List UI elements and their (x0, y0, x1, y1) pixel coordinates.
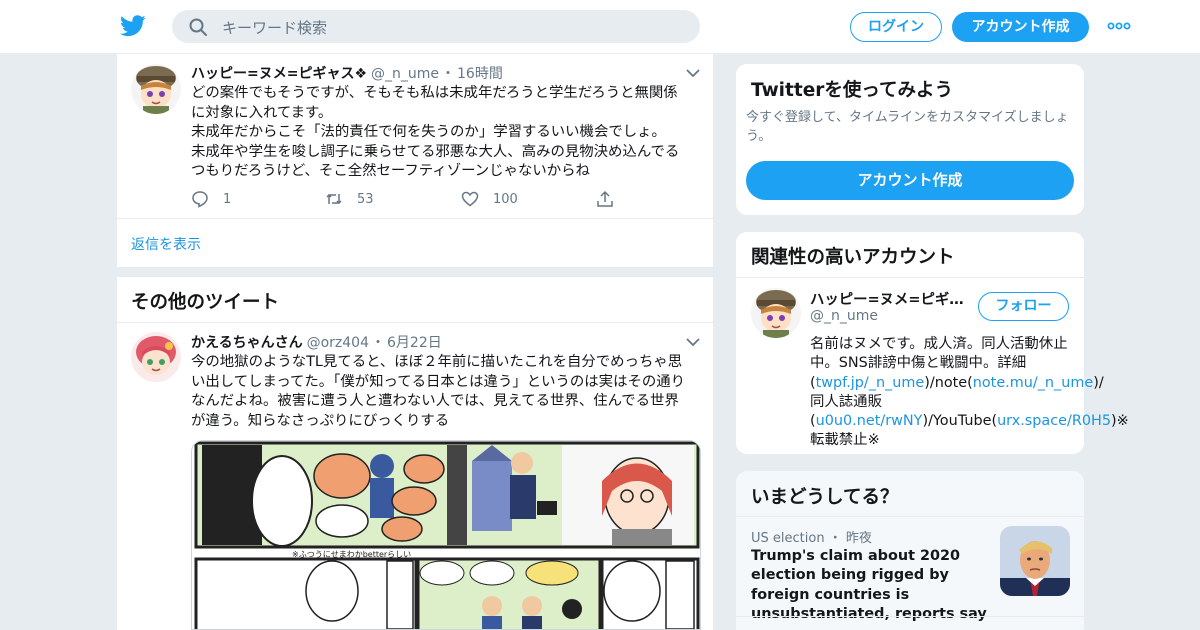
related-accounts-card: 関連性の高いアカウント ハッピー=ヌメ=ピギャス❖ @_n_ume フォロー 名… (735, 231, 1129, 455)
reply-button[interactable]: 1 (191, 189, 231, 209)
tweet-text: どの案件でもそうですが、そもそも私は未成年だろうと学生だろうと無関係に対象に入れ… (191, 84, 691, 182)
display-name[interactable]: ハッピー=ヌメ=ピギャス❖ (810, 288, 970, 309)
username[interactable]: @_n_ume (371, 66, 439, 82)
bio-link[interactable]: twpf.jp/_n_ume (816, 375, 925, 391)
display-name[interactable]: かえるちゃんさん (191, 335, 303, 351)
separator-dot: ・ (441, 66, 456, 82)
twitter-bird-icon[interactable] (120, 14, 146, 38)
share-button[interactable] (596, 189, 628, 209)
avatar[interactable] (751, 288, 801, 338)
follow-button[interactable]: フォロー (978, 292, 1069, 321)
tweet-header: かえるちゃんさん @orz404 ・ 6月22日 (191, 332, 442, 352)
bio-link[interactable]: urx.space/R0H5 (997, 413, 1111, 429)
retweet-icon (326, 193, 342, 205)
chevron-down-icon[interactable] (685, 67, 701, 79)
like-button[interactable]: 100 (461, 189, 518, 209)
username[interactable]: @_n_ume (810, 308, 878, 324)
search-bar[interactable]: キーワード検索 (172, 10, 700, 43)
trend-time: 昨夜 (845, 531, 872, 546)
search-input[interactable]: キーワード検索 (222, 17, 327, 38)
username[interactable]: @orz404 (307, 335, 369, 351)
bio-link[interactable]: note.mu/_n_ume (973, 375, 1094, 391)
share-icon (597, 190, 613, 207)
tweet-text-line: 未成年や学生を唆し調子に乗らせてる邪悪な大人、高みの見物決め込んでるつもりだろう… (191, 143, 680, 180)
trend-meta: US election ・ 昨夜 (751, 527, 872, 546)
top-navigation-bar: キーワード検索 ログイン アカウント作成 (0, 0, 1200, 54)
bio-text: )/note( (924, 374, 973, 391)
divider (117, 218, 715, 219)
bio-link[interactable]: u0u0.net/rwNY (816, 413, 923, 429)
tweet-text-line: どの案件でもそうですが、そもそも私は未成年だろうと学生だろうと無関係に対象に入れ… (191, 85, 678, 121)
card-subtitle: 今すぐ登録して、タイムラインをカスタマイズしましょう。 (746, 110, 1069, 144)
divider (736, 616, 1084, 617)
card-title: Twitterを使ってみよう (751, 80, 953, 101)
chevron-down-icon[interactable] (685, 336, 701, 348)
timestamp[interactable]: 6月22日 (387, 335, 442, 351)
reply-count: 1 (223, 191, 232, 207)
profile-bio: 名前はヌメです。成人済。同人活動休止中。SNS誹謗中傷と戦闘中。詳細(twpf.… (810, 335, 1129, 451)
avatar[interactable] (131, 64, 181, 114)
card-title: いまどうしてる？ (751, 487, 899, 508)
timestamp[interactable]: 16時間 (457, 66, 503, 82)
section-gap (117, 267, 715, 277)
retweet-button[interactable]: 53 (325, 189, 374, 209)
divider (736, 516, 1084, 517)
bio-text: )/YouTube( (922, 413, 998, 430)
avatar[interactable] (131, 332, 181, 382)
heart-icon (461, 191, 479, 207)
login-button[interactable]: ログイン (850, 12, 942, 42)
retweet-count: 53 (357, 191, 374, 207)
trend-thumbnail[interactable] (1000, 526, 1070, 596)
tweet-header: ハッピー=ヌメ=ピギャス❖ @_n_ume ・ 16時間 (191, 63, 503, 83)
search-icon (189, 18, 207, 36)
divider (736, 277, 1084, 278)
card-title: 関連性の高いアカウント (751, 247, 955, 268)
main-timeline: ハッピー=ヌメ=ピギャス❖ @_n_ume ・ 16時間 どの案件でもそうですが、そも… (116, 54, 715, 630)
display-name[interactable]: ハッピー=ヌメ=ピギャス❖ (191, 66, 367, 82)
show-replies-link[interactable]: 返信を表示 (131, 234, 201, 254)
trend-headline[interactable]: Trump's claim about 2020 election being … (751, 547, 991, 624)
more-dots-icon[interactable] (1104, 18, 1134, 34)
separator-dot: ・ (824, 531, 846, 546)
more-tweets-heading: その他のツイート (131, 292, 280, 313)
reply-icon (192, 191, 208, 208)
trend-category: US election (751, 531, 825, 546)
tweet-text: 今の地獄のようなTL見てると、ほぼ２年前に描いたこれを自分でめっちゃ思い出してし… (191, 354, 686, 429)
trends-card: いまどうしてる？ US election ・ 昨夜 Trump's claim … (735, 470, 1085, 630)
try-twitter-card: Twitterを使ってみよう 今すぐ登録して、タイムラインをカスタマイズしましょ… (735, 63, 1085, 216)
tweet-text-line: 未成年だからこそ「法的責任で何を失うのか」学習するいい機会でしょ。 (191, 124, 666, 141)
tweet-actions: 1 53 100 (191, 189, 641, 209)
separator-dot: ・ (371, 335, 385, 351)
like-count: 100 (493, 191, 518, 207)
signup-button[interactable]: アカウント作成 (952, 12, 1089, 42)
tweet-media-image[interactable]: ※ふつうにせまわかbetterらしい (191, 440, 701, 630)
tweet[interactable]: ハッピー=ヌメ=ピギャス❖ @_n_ume ・ 16時間 どの案件でもそうですが、そも… (117, 54, 715, 218)
signup-button[interactable]: アカウント作成 (746, 161, 1074, 200)
